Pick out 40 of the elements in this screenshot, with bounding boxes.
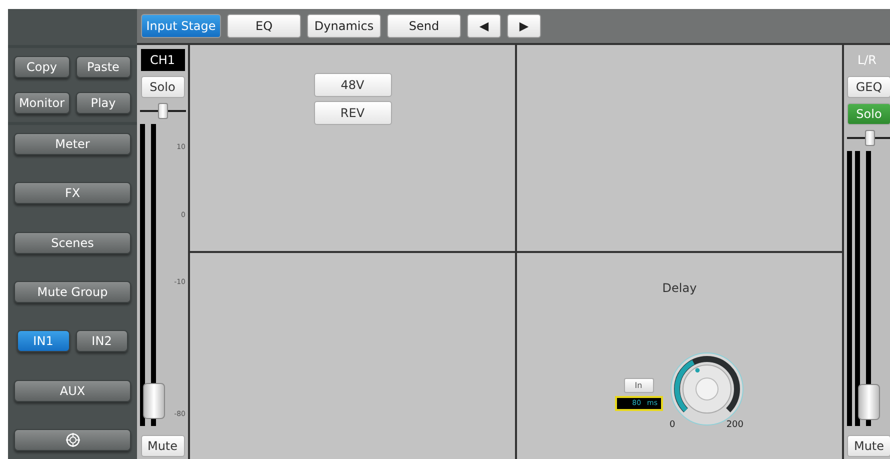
solo-button[interactable]: Solo: [847, 103, 890, 125]
mute-button[interactable]: Mute: [140, 435, 184, 457]
nav-button[interactable]: AUX: [14, 380, 131, 402]
slider-thumb[interactable]: [865, 130, 875, 146]
channel-name: L/R: [856, 52, 878, 69]
toggle-button[interactable]: 48V: [314, 73, 392, 97]
tab[interactable]: Dynamics: [307, 14, 381, 38]
tab[interactable]: EQ: [227, 14, 301, 38]
edit-button[interactable]: Paste: [76, 56, 131, 78]
fader-handle[interactable]: [142, 383, 164, 420]
nav-button[interactable]: Mute Group: [14, 280, 131, 303]
tab[interactable]: Send: [387, 14, 461, 38]
channel-name: CH1: [140, 49, 184, 71]
pan-slider[interactable]: [847, 130, 890, 146]
crosshair-icon: [66, 432, 80, 447]
arrow-button[interactable]: ◀: [467, 14, 501, 38]
tab[interactable]: Input Stage: [141, 14, 221, 38]
nav-button[interactable]: FX: [14, 182, 131, 204]
input-select-button[interactable]: IN1: [17, 330, 70, 352]
solo-button[interactable]: Solo: [140, 76, 184, 98]
rotary-knob[interactable]: [670, 352, 743, 426]
max-label: 200: [726, 419, 744, 432]
in-button[interactable]: In: [624, 378, 654, 392]
edit-button[interactable]: Monitor: [14, 92, 70, 114]
knob-level-arc: [674, 360, 694, 412]
nav-button[interactable]: Scenes: [14, 232, 131, 254]
panel-title: Delay: [662, 280, 697, 297]
pan-slider[interactable]: [140, 103, 186, 119]
input-select-button[interactable]: IN2: [76, 330, 128, 352]
slider-thumb[interactable]: [158, 103, 168, 119]
arrow-button[interactable]: ▶: [507, 14, 541, 38]
target-button[interactable]: [14, 428, 131, 451]
nav-button[interactable]: Meter: [14, 133, 131, 155]
min-label: 0: [670, 419, 676, 432]
toggle-button[interactable]: REV: [314, 101, 392, 125]
edit-button[interactable]: Copy: [14, 56, 70, 78]
fader-handle[interactable]: [858, 384, 880, 420]
mute-button[interactable]: Mute: [847, 435, 890, 457]
edit-button[interactable]: Play: [76, 92, 131, 114]
geq-button[interactable]: GEQ: [847, 76, 890, 98]
